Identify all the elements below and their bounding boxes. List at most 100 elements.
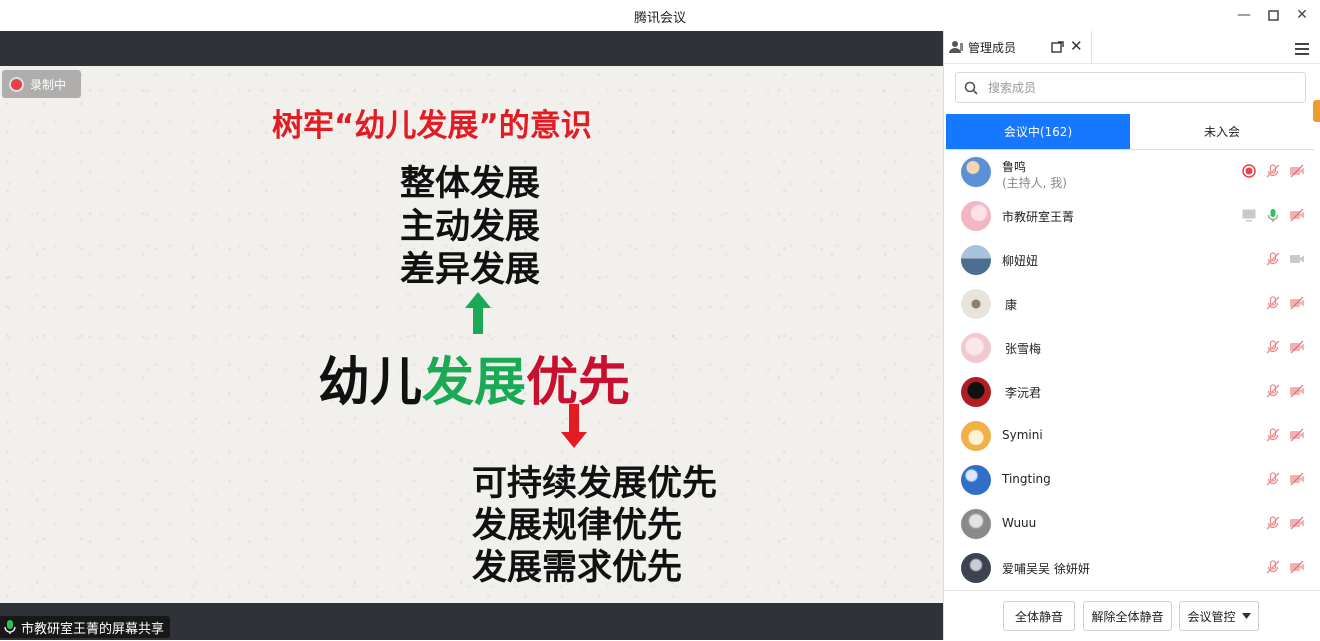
avatar: [961, 421, 991, 451]
mic-muted-icon[interactable]: [1265, 295, 1281, 311]
more-menu-button[interactable]: [1295, 40, 1309, 59]
slide-lower-line: 发展规律优先: [472, 506, 683, 546]
mic-muted-icon[interactable]: [1265, 251, 1281, 267]
title-bar: 腾讯会议 — ✕: [0, 0, 1320, 32]
camera-icon[interactable]: [1289, 251, 1305, 267]
screen-share-label: 市教研室王菁的屏幕共享: [0, 616, 171, 638]
members-icon: [949, 41, 963, 53]
center-part-1: 幼儿: [318, 353, 423, 413]
slide-lower-list: 可持续发展优先 发展规律优先 发展需求优先: [472, 463, 717, 589]
tab-manage-members[interactable]: 管理成员 ✕: [944, 31, 1092, 63]
mic-muted-icon[interactable]: [1265, 163, 1281, 179]
camera-off-icon[interactable]: [1289, 163, 1305, 179]
mic-muted-icon[interactable]: [1265, 383, 1281, 399]
close-icon: ✕: [1296, 7, 1308, 23]
member-row[interactable]: 爱哺吴吴 徐妍妍: [944, 546, 1320, 590]
arrow-up-icon: [465, 292, 491, 334]
unmute-all-button[interactable]: 解除全体静音: [1083, 601, 1172, 631]
slide-lower-line: 发展需求优先: [472, 548, 683, 588]
camera-off-icon[interactable]: [1289, 383, 1305, 399]
member-row[interactable]: 张雪梅: [944, 326, 1320, 370]
member-row[interactable]: 市教研室王菁: [944, 194, 1320, 238]
window-title: 腾讯会议: [633, 11, 686, 26]
microphone-icon: [4, 620, 16, 634]
tab-in-meeting[interactable]: 会议中(162): [946, 114, 1130, 149]
slide-title: 树牢“幼儿发展”的意识: [272, 108, 592, 144]
slide-upper-line: 主动发展: [400, 207, 541, 247]
member-name: 市教研室王菁: [1002, 210, 1075, 224]
slide-lower-line: 可持续发展优先: [472, 464, 718, 504]
member-name: 李沅君: [1005, 386, 1042, 400]
camera-off-icon[interactable]: [1289, 339, 1305, 355]
camera-off-icon[interactable]: [1289, 515, 1305, 531]
record-icon: [11, 78, 22, 90]
avatar: [961, 245, 991, 275]
mic-on-icon[interactable]: [1265, 207, 1281, 223]
member-row[interactable]: 李沅君: [944, 370, 1320, 414]
member-name: Wuuu: [1002, 516, 1037, 530]
recording-label: 录制中: [30, 77, 67, 92]
avatar: [961, 289, 991, 319]
hamburger-icon: [1295, 43, 1309, 55]
panel-header: 管理成员 ✕: [944, 31, 1320, 64]
member-role: (主持人, 我): [1002, 176, 1067, 190]
camera-off-icon[interactable]: [1289, 207, 1305, 223]
tab-in-meeting-label: 会议中(162): [1003, 125, 1073, 139]
arrow-down-icon: [561, 404, 587, 448]
search-icon: [964, 81, 978, 95]
member-row[interactable]: Tingting: [944, 458, 1320, 502]
screen-share-icon: [1242, 209, 1256, 222]
member-row[interactable]: 柳妞妞: [944, 238, 1320, 282]
maximize-button[interactable]: [1262, 4, 1284, 26]
close-panel-button[interactable]: ✕: [1070, 37, 1083, 55]
member-row[interactable]: Symini: [944, 414, 1320, 458]
mic-muted-icon[interactable]: [1265, 515, 1281, 531]
member-search[interactable]: [955, 72, 1306, 103]
mute-all-button[interactable]: 全体静音: [1003, 601, 1075, 631]
member-row[interactable]: 康: [944, 282, 1320, 326]
member-name: 爱哺吴吴 徐妍妍: [1002, 562, 1090, 576]
member-panel: 管理成员 ✕ 会议中(162: [943, 31, 1320, 641]
chevron-down-icon: [1241, 613, 1251, 619]
maximize-icon: [1267, 9, 1279, 21]
camera-off-icon[interactable]: [1289, 295, 1305, 311]
member-name: 康: [1005, 298, 1018, 312]
member-name: 鲁鸣: [1002, 160, 1027, 174]
avatar: [961, 157, 991, 187]
camera-off-icon[interactable]: [1289, 471, 1305, 487]
close-window-button[interactable]: ✕: [1291, 4, 1313, 26]
meeting-control-dropdown[interactable]: 会议管控: [1179, 601, 1259, 631]
member-row[interactable]: Wuuu: [944, 502, 1320, 546]
center-part-2: 发展: [422, 353, 527, 413]
avatar: [961, 465, 991, 495]
camera-off-icon[interactable]: [1289, 559, 1305, 575]
tab-not-joined[interactable]: 未入会: [1130, 114, 1314, 149]
mic-muted-icon[interactable]: [1265, 559, 1281, 575]
avatar: [961, 377, 991, 407]
mic-muted-icon[interactable]: [1265, 339, 1281, 355]
side-handle[interactable]: [1313, 100, 1320, 122]
video-top-bar: [0, 31, 943, 66]
meeting-control-label: 会议管控: [1187, 609, 1236, 624]
popout-icon: [1051, 41, 1064, 53]
mic-muted-icon[interactable]: [1265, 427, 1281, 443]
member-list: 鲁鸣 (主持人, 我) 市教研室王菁 柳妞妞 康 张雪梅 李沅君 Symini …: [944, 150, 1320, 590]
popout-button[interactable]: [1051, 39, 1064, 58]
minimize-icon: —: [1237, 7, 1251, 23]
search-input[interactable]: [986, 79, 1290, 96]
tab-not-joined-label: 未入会: [1203, 125, 1240, 139]
member-segments: 会议中(162) 未入会: [946, 114, 1314, 150]
member-row[interactable]: 鲁鸣 (主持人, 我): [944, 150, 1320, 194]
member-name: 柳妞妞: [1002, 254, 1039, 268]
camera-off-icon[interactable]: [1289, 427, 1305, 443]
tab-label: 管理成员: [968, 40, 1017, 55]
panel-footer: 全体静音 解除全体静音 会议管控: [944, 590, 1320, 641]
slide-upper-line: 差异发展: [400, 250, 541, 290]
close-icon: ✕: [1070, 37, 1083, 55]
member-name: 张雪梅: [1005, 342, 1042, 356]
mic-muted-icon[interactable]: [1265, 471, 1281, 487]
minimize-button[interactable]: —: [1233, 4, 1255, 26]
member-name: Symini: [1002, 428, 1043, 442]
slide-upper-line: 整体发展: [400, 164, 541, 204]
recording-badge[interactable]: 录制中: [2, 70, 81, 98]
